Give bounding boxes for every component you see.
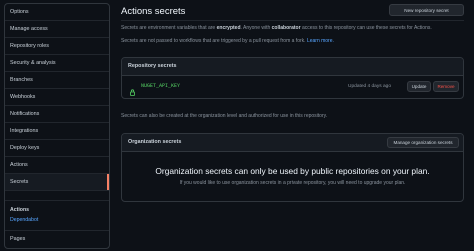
remove-secret-button[interactable]: Remove: [433, 81, 459, 92]
new-repository-secret-button[interactable]: New repository secret: [389, 4, 464, 16]
sidebar-item-notifications[interactable]: Notifications: [5, 106, 109, 123]
secret-updated-time: Updated 4 days ago: [348, 84, 391, 89]
main-content: Actions secrets New repository secret Se…: [121, 0, 464, 251]
sidebar-item-integrations[interactable]: Integrations: [5, 123, 109, 140]
repository-secrets-box: Repository secrets NUGET_API_KEY Updated…: [121, 57, 464, 99]
sidebar-item-branches[interactable]: Branches: [5, 72, 109, 89]
manage-organization-secrets-button[interactable]: Manage organization secrets: [387, 137, 459, 148]
secret-row: NUGET_API_KEY Updated 4 days ago Update …: [122, 76, 463, 98]
intro-emphasis-collaborator: collaborator: [271, 25, 301, 31]
update-secret-button[interactable]: Update: [407, 81, 431, 92]
org-level-note: Secrets can also be created at the organ…: [121, 113, 328, 119]
sidebar-item-security-analysis[interactable]: Security & analysis: [5, 55, 109, 72]
intro-text: access to this repository can use these …: [300, 25, 432, 31]
organization-secrets-box: Organization secrets Manage organization…: [121, 133, 464, 202]
secret-name: NUGET_API_KEY: [141, 83, 181, 89]
intro-text-line-2: Secrets are not passed to workflows that…: [121, 38, 334, 45]
page-title: Actions secrets: [121, 6, 186, 17]
sidebar-item-options[interactable]: Options: [5, 4, 109, 21]
intro-text: Secrets are environment variables that a…: [121, 25, 217, 31]
sidebar-item-pages[interactable]: Pages: [5, 230, 109, 248]
settings-sidebar: Options Manage access Repository roles S…: [4, 3, 110, 249]
sidebar-item-webhooks[interactable]: Webhooks: [5, 89, 109, 106]
header-divider: [121, 20, 464, 21]
empty-state-title: Organization secrets can only be used by…: [155, 166, 430, 176]
sidebar-item-deploy-keys[interactable]: Deploy keys: [5, 140, 109, 157]
sidebar-item-repository-roles[interactable]: Repository roles: [5, 38, 109, 55]
sidebar-subsection-heading: Actions: [10, 207, 30, 213]
learn-more-link[interactable]: Learn more.: [307, 38, 334, 44]
intro-text-line-1: Secrets are environment variables that a…: [121, 25, 432, 32]
repository-secrets-heading: Repository secrets: [122, 58, 463, 76]
intro-emphasis-encrypted: encrypted: [216, 25, 241, 31]
sidebar-link-dependabot[interactable]: Dependabot: [5, 215, 109, 225]
sidebar-item-actions[interactable]: Actions: [5, 157, 109, 174]
lock-icon: [130, 83, 135, 98]
sidebar-item-secrets[interactable]: Secrets: [5, 174, 109, 191]
sidebar-secrets-subsection: Actions Dependabot: [5, 200, 109, 225]
organization-secrets-empty-state: Organization secrets can only be used by…: [122, 166, 463, 186]
intro-text: . Anyone with: [240, 25, 272, 31]
sidebar-item-manage-access[interactable]: Manage access: [5, 21, 109, 38]
intro-text: Secrets are not passed to workflows that…: [121, 38, 307, 44]
empty-state-description: If you would like to use organization se…: [179, 180, 406, 186]
